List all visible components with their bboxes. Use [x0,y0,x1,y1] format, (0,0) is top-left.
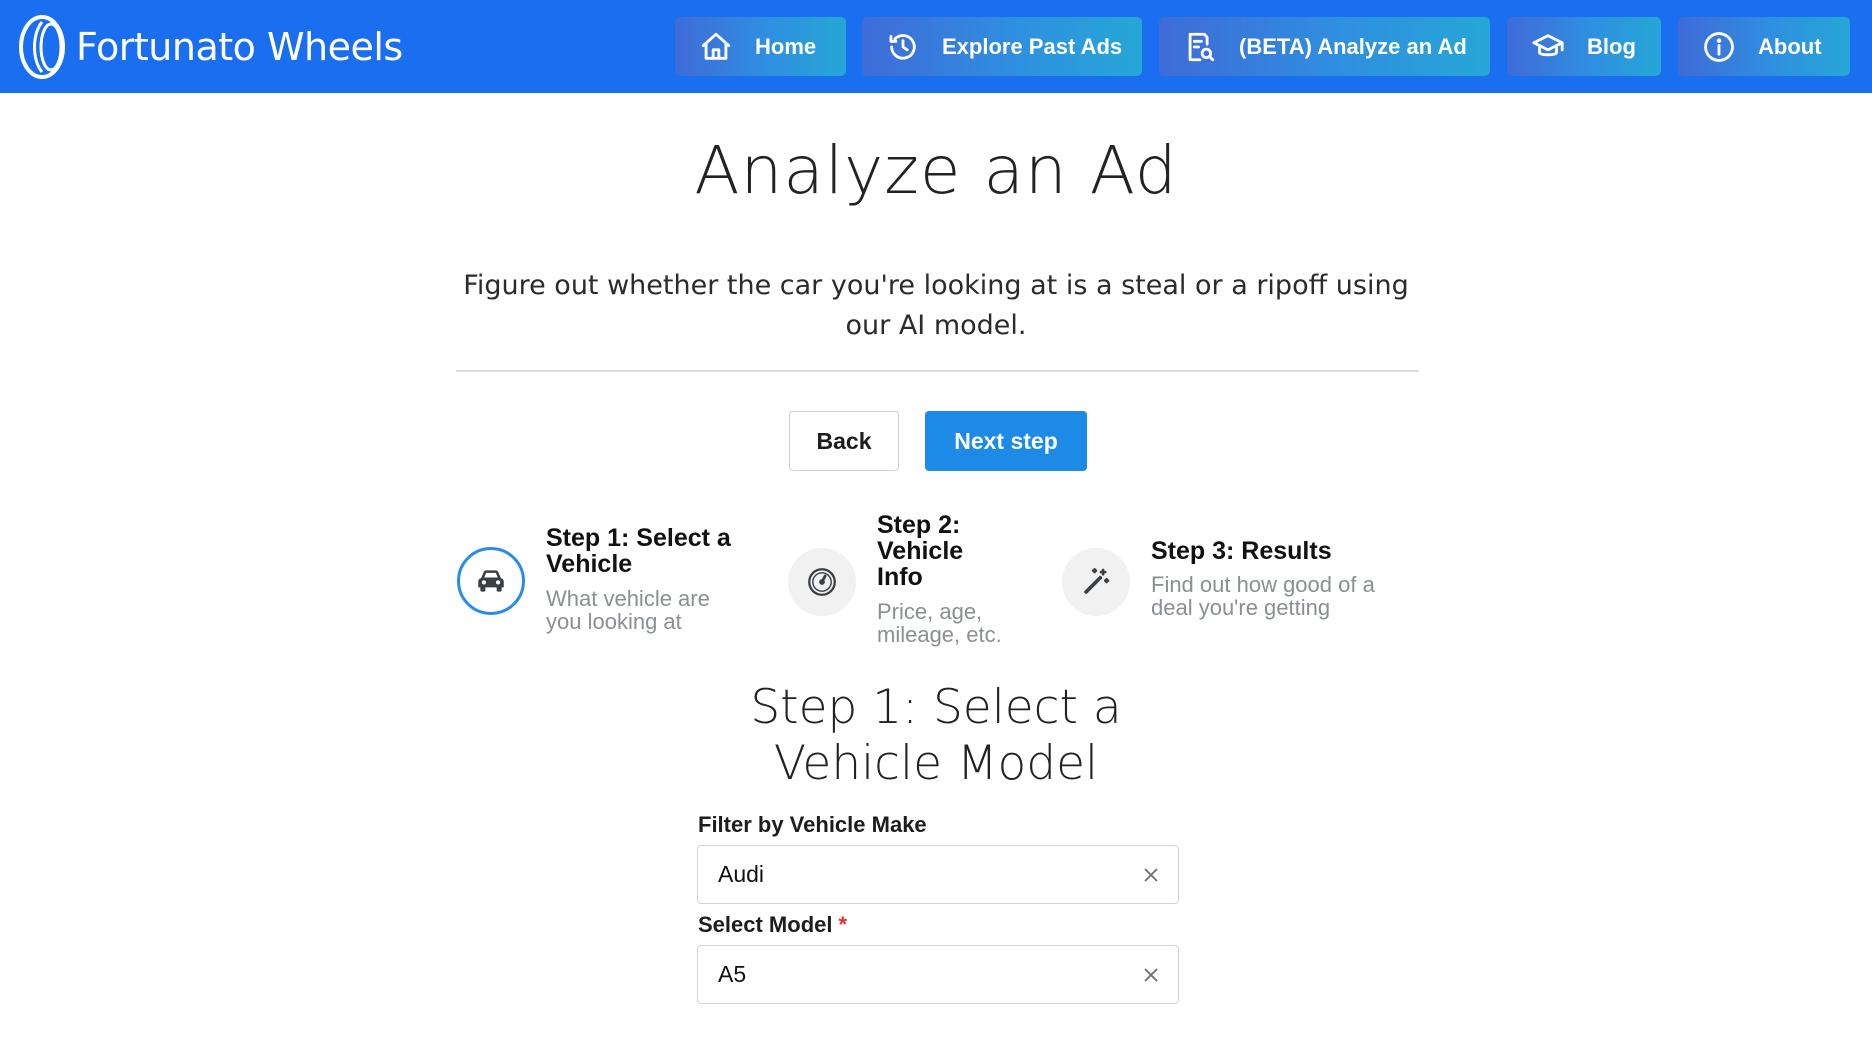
wheel-logo-icon [19,15,65,79]
magic-wand-icon [1084,567,1110,594]
divider [456,370,1419,372]
nav-blog-button[interactable]: Blog [1507,17,1661,76]
report-search-icon [1188,32,1215,61]
nav-home-label: Home [755,33,817,59]
nav-about-button[interactable]: About [1678,17,1850,76]
make-filter-value: Audi [718,861,765,887]
close-icon[interactable] [1140,864,1162,886]
intro-text: Figure out whether the car you're lookin… [463,270,1409,341]
close-icon[interactable] [1140,964,1162,986]
school-icon [1532,33,1564,56]
brand-name: Fortunato Wheels [76,25,403,69]
section-title-text: Step 1: Select a Vehicle Model [750,680,1122,791]
make-filter-label: Filter by Vehicle Make [698,812,927,838]
nav-explore-button[interactable]: Explore Past Ads [862,17,1142,76]
gauge-icon [808,568,836,596]
nav-about-label: About [1758,33,1822,59]
step-1-description: What vehicle are you looking at [546,586,710,634]
step-2-title: Step 2: Vehicle Info [877,511,964,591]
make-filter-select[interactable]: Audi [697,845,1179,904]
required-asterisk: * [838,912,848,937]
history-icon [889,33,916,60]
step-1-indicator [457,547,525,615]
model-select-label: Select Model * [698,912,847,938]
nav-home-button[interactable]: Home [675,17,846,76]
model-select-value: A5 [718,961,747,987]
page-title: Analyze an Ad [694,132,1178,209]
nav-blog-label: Blog [1587,33,1636,59]
back-button[interactable]: Back [789,411,899,471]
section-title: Step 1: Select a Vehicle Model [0,680,1872,792]
nav-explore-label: Explore Past Ads [942,33,1123,59]
car-icon [478,570,504,592]
home-icon [701,32,731,60]
step-3-title: Step 3: Results [1151,537,1332,565]
step-2-description: Price, age, mileage, etc. [877,599,1002,647]
top-navbar: Fortunato Wheels Home Explore Past Ads (… [0,0,1872,93]
step-3-indicator [1062,548,1130,616]
nav-analyze-button[interactable]: (BETA) Analyze an Ad [1159,17,1490,76]
info-icon [1704,31,1734,62]
next-step-button[interactable]: Next step [925,411,1087,471]
nav-analyze-label: (BETA) Analyze an Ad [1239,33,1467,59]
step-2-indicator [788,548,856,616]
model-select-label-text: Select Model [698,912,833,937]
step-1-title: Step 1: Select a Vehicle [546,524,731,578]
step-3-description: Find out how good of a deal you're getti… [1151,572,1375,620]
make-filter-label-text: Filter by Vehicle Make [698,812,927,837]
brand[interactable]: Fortunato Wheels [18,14,403,80]
model-select[interactable]: A5 [697,945,1179,1004]
